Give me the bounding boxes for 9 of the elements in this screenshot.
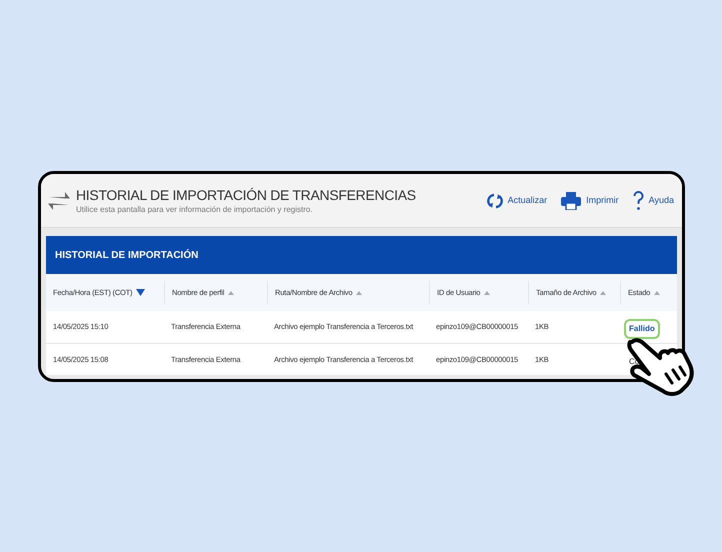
help-link[interactable]: Ayuda	[648, 194, 674, 208]
print-link[interactable]: Imprimir	[586, 194, 619, 208]
help-icon	[632, 190, 644, 210]
refresh-icon	[486, 192, 503, 210]
panel-header: HISTORIAL DE IMPORTACIÓN	[46, 236, 677, 274]
printer-icon	[561, 192, 582, 210]
refresh-link[interactable]: Actualizar	[508, 194, 548, 208]
page-title: HISTORIAL DE IMPORTACIÓN DE TRANSFERENCIAS	[76, 186, 416, 204]
page-subtitle: Utilice esta pantalla para ver información de importación y registro.	[76, 204, 314, 216]
